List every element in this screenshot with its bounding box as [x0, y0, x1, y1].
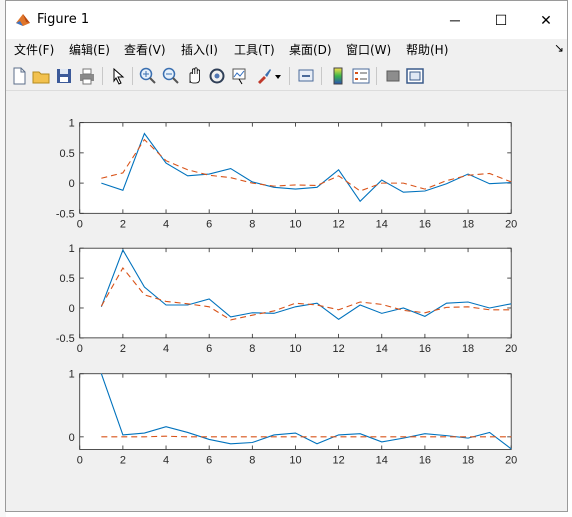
- y-tick-label: 1: [69, 118, 75, 130]
- legend-icon[interactable]: [351, 66, 371, 86]
- x-tick-label: 4: [163, 218, 169, 230]
- x-tick-label: 20: [505, 454, 517, 466]
- y-tick-label: 1: [69, 369, 75, 381]
- x-tick-label: 18: [462, 218, 474, 230]
- brush-icon[interactable]: [254, 66, 274, 86]
- x-tick-label: 18: [462, 454, 474, 466]
- x-tick-label: 16: [419, 454, 431, 466]
- menu-view[interactable]: 查看(V): [124, 41, 166, 58]
- x-tick-label: 10: [289, 454, 301, 466]
- brush-dropdown-icon[interactable]: [273, 66, 283, 86]
- menu-window[interactable]: 窗口(W): [346, 41, 391, 58]
- x-tick-label: 12: [333, 218, 345, 230]
- x-tick-label: 6: [206, 343, 212, 355]
- x-tick-label: 20: [505, 218, 517, 230]
- toolbar-separator: [376, 67, 377, 85]
- x-tick-label: 10: [289, 343, 301, 355]
- title-bar[interactable]: Figure 1 ─ ☐ ✕: [6, 1, 567, 39]
- menu-file[interactable]: 文件(F): [14, 41, 54, 58]
- menu-help[interactable]: 帮助(H): [406, 41, 448, 58]
- toolbar-separator: [132, 67, 133, 85]
- matlab-logo-icon: [16, 14, 30, 26]
- menu-insert[interactable]: 插入(I): [181, 41, 218, 58]
- colorbar-icon[interactable]: [328, 66, 348, 86]
- x-tick-label: 14: [376, 454, 388, 466]
- x-tick-label: 6: [206, 218, 212, 230]
- link-plot-icon[interactable]: [296, 66, 316, 86]
- minimize-button[interactable]: ─: [432, 1, 478, 39]
- window-title: Figure 1: [37, 12, 90, 27]
- toolbar-separator: [289, 67, 290, 85]
- save-icon[interactable]: [54, 66, 74, 86]
- x-tick-label: 14: [376, 343, 388, 355]
- x-tick-label: 0: [77, 343, 83, 355]
- open-file-icon[interactable]: [31, 66, 51, 86]
- x-tick-label: 8: [249, 454, 255, 466]
- x-tick-label: 0: [77, 218, 83, 230]
- show-plot-tools-icon[interactable]: [405, 66, 425, 86]
- x-tick-label: 8: [249, 218, 255, 230]
- maximize-button[interactable]: ☐: [478, 1, 524, 39]
- x-tick-label: 14: [376, 218, 388, 230]
- x-tick-label: 4: [163, 454, 169, 466]
- y-tick-label: 0: [69, 303, 75, 315]
- dock-arrow-icon[interactable]: ↘: [554, 41, 564, 55]
- zoom-in-icon[interactable]: [138, 66, 158, 86]
- y-tick-label: -0.5: [56, 333, 75, 345]
- x-tick-label: 2: [120, 343, 126, 355]
- figure-toolbar: [6, 61, 567, 91]
- x-tick-label: 8: [249, 343, 255, 355]
- y-tick-label: 0.5: [60, 148, 75, 160]
- menu-bar: 文件(F) 编辑(E) 查看(V) 插入(I) 工具(T) 桌面(D) 窗口(W…: [6, 39, 567, 61]
- x-tick-label: 12: [333, 343, 345, 355]
- menu-desktop[interactable]: 桌面(D): [289, 41, 332, 58]
- axes-2-box: [79, 247, 512, 339]
- data-cursor-icon[interactable]: [230, 66, 250, 86]
- x-tick-label: 16: [419, 218, 431, 230]
- x-tick-label: 2: [120, 454, 126, 466]
- x-tick-label: 4: [163, 343, 169, 355]
- pointer-icon[interactable]: [108, 66, 128, 86]
- close-button[interactable]: ✕: [523, 1, 569, 39]
- print-icon[interactable]: [77, 66, 97, 86]
- axes-3-box: [79, 373, 512, 450]
- figure-window: Figure 1 ─ ☐ ✕ 文件(F) 编辑(E) 查看(V) 插入(I) 工…: [5, 0, 568, 512]
- menu-edit[interactable]: 编辑(E): [69, 41, 110, 58]
- x-tick-label: 18: [462, 343, 474, 355]
- hide-plot-tools-icon[interactable]: [383, 66, 403, 86]
- y-tick-label: 1: [69, 243, 75, 255]
- x-tick-label: 16: [419, 343, 431, 355]
- new-figure-icon[interactable]: [9, 66, 29, 86]
- x-tick-label: 20: [505, 343, 517, 355]
- plot-area[interactable]: 0 2 4 6 8 10 12 14 16 18 20-0.500.510 2 4 6 8 10 12 14 16 1…: [6, 92, 567, 512]
- toolbar-separator: [321, 67, 322, 85]
- y-tick-label: 0.5: [60, 273, 75, 285]
- x-tick-label: 12: [333, 454, 345, 466]
- rotate-3d-icon[interactable]: [207, 66, 227, 86]
- x-tick-label: 0: [77, 454, 83, 466]
- pan-icon[interactable]: [184, 66, 204, 86]
- zoom-out-icon[interactable]: [161, 66, 181, 86]
- x-tick-label: 6: [206, 454, 212, 466]
- x-tick-label: 10: [289, 218, 301, 230]
- axes-1-box: [79, 122, 512, 214]
- menu-tools[interactable]: 工具(T): [234, 41, 275, 58]
- y-tick-label: -0.5: [56, 208, 75, 220]
- x-tick-label: 2: [120, 218, 126, 230]
- y-tick-label: 0: [69, 432, 75, 444]
- toolbar-separator: [102, 67, 103, 85]
- y-tick-label: 0: [69, 178, 75, 190]
